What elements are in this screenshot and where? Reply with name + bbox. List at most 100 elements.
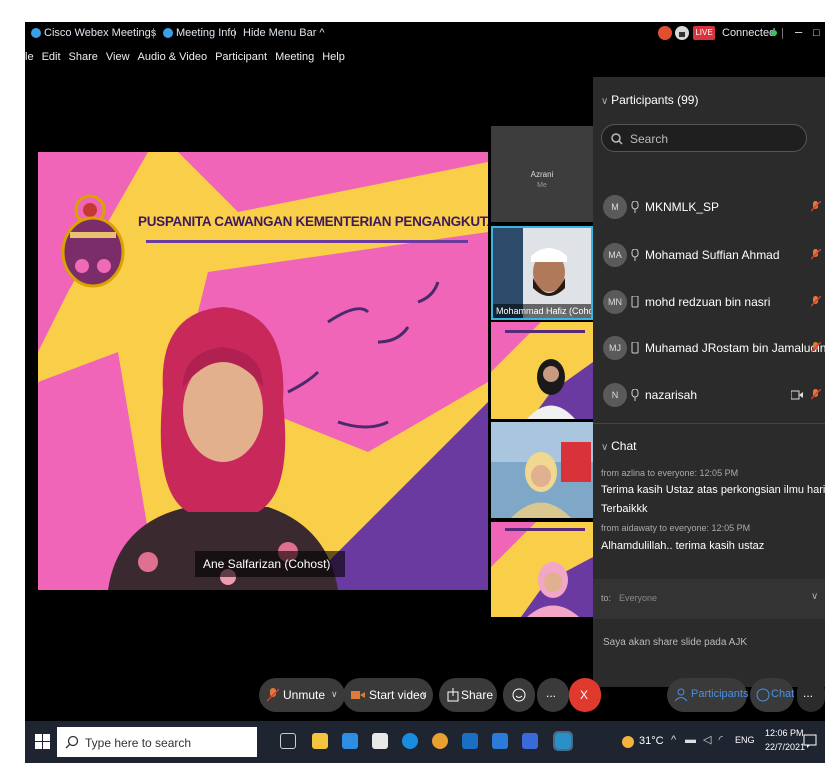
unmute-button[interactable]: Unmute ∨ [259,678,345,712]
notification-icon[interactable] [803,734,817,748]
leave-meeting-button[interactable]: X [569,678,601,712]
puspanita-logo-icon [61,194,125,288]
reactions-button[interactable] [503,678,535,712]
chrome-icon[interactable] [432,733,448,749]
muted-mic-icon[interactable] [811,201,821,213]
share-icon [447,688,459,702]
speaker-name-label: Ane Salfarizan (Cohost) [195,551,345,577]
participant-row[interactable]: MJ Muhamad JRostam bin Jamaludin [601,334,825,364]
store-icon[interactable] [372,733,388,749]
chat-message-text: Alhamdulillah.. terima kasih ustaz [601,540,765,552]
taskbar-search-input[interactable]: Type here to search [57,727,257,757]
hide-menu-bar-button[interactable]: Hide Menu Bar ^ [243,27,325,39]
clock-time[interactable]: 12:06 PM [765,728,804,738]
participant-name: Mohamad Suffian Ahmad [645,248,780,262]
language-indicator[interactable]: ENG [735,735,755,745]
muted-mic-icon[interactable] [811,249,821,261]
participant-name: MKNMLK_SP [645,200,720,214]
muted-mic-icon[interactable] [811,389,821,401]
collapse-chevron-icon[interactable]: ∨ [601,442,611,453]
tray-icons[interactable]: ▬ ◁ ◜ [685,733,725,746]
chat-panel-title[interactable]: ∨ Chat [601,439,636,453]
share-button[interactable]: Share [439,678,497,712]
clock-date[interactable]: 22/7/2021 [765,742,805,752]
avatar: MA [603,243,627,267]
video-thumb-2[interactable] [491,322,593,419]
menu-help[interactable]: Help [322,51,345,63]
word-icon[interactable] [522,733,538,749]
temperature: 31°C [639,735,664,747]
self-name: Azrani [530,170,554,179]
menu-audio-video[interactable]: Audio & Video [138,51,208,63]
slide-title: PUSPANITA CAWANGAN KEMENTERIAN PENGANGKU… [138,214,488,229]
participant-search-input[interactable]: Search [601,124,807,152]
taskbar-search-placeholder: Type here to search [85,736,192,750]
mic-icon [631,201,639,213]
menu-meeting[interactable]: Meeting [275,51,314,63]
video-off-icon [351,691,365,699]
chevron-down-icon[interactable]: ∨ [331,689,338,700]
chat-recipient-selector[interactable]: to: Everyone ∨ [593,579,825,619]
info-icon [163,28,173,38]
participants-toggle-button[interactable]: Participants [667,678,748,712]
chat-toggle-button[interactable]: Chat [750,678,794,712]
start-video-button[interactable]: Start video ∨ [343,678,433,712]
connection-status: Connected [722,27,776,39]
participant-row[interactable]: M MKNMLK_SP [601,193,825,223]
video-thumb-hafiz[interactable]: Mohammad Hafiz (Cohost) [491,226,593,320]
self-sub: Me [537,182,547,189]
windows-start-icon[interactable] [35,734,50,749]
chat-title-text: Chat [611,439,637,453]
menu-edit[interactable]: Edit [42,51,61,63]
app-title: Cisco Webex Meetings [44,27,157,39]
muted-mic-icon[interactable] [811,342,821,354]
speaker-video [108,307,338,590]
excel-like-icon[interactable] [492,733,508,749]
panel-more-button[interactable]: ... [797,678,825,712]
minimize-button[interactable]: – [795,24,802,39]
chat-message-text: Terima kasih Ustaz atas perkongsian ilmu… [601,484,825,496]
menu-view[interactable]: View [106,51,130,63]
participant-row[interactable]: MN mohd redzuan bin nasri [601,288,825,318]
smiley-icon [512,688,526,702]
edge-icon[interactable] [402,733,418,749]
chat-message-meta: from aidawaty to everyone: 12:05 PM [601,523,751,533]
phone-icon [631,296,639,308]
webex-screen: Cisco Webex Meetings | Meeting Info | Hi… [25,22,825,763]
recording-icon [658,26,672,40]
file-explorer-icon[interactable] [312,733,328,749]
menu-share[interactable]: Share [69,51,98,63]
participants-panel-title[interactable]: ∨ Participants (99) [601,93,698,107]
participants-title-text: Participants (99) [611,93,699,107]
menu-participant[interactable]: Participant [215,51,267,63]
panel-divider [593,423,825,424]
tray-chevron-icon[interactable]: ^ [671,734,676,746]
search-icon [611,133,623,145]
chat-input-text: Saya akan share slide pada AJK [603,637,747,648]
menu-file[interactable]: le [25,51,34,63]
more-icon: ... [803,686,814,700]
main-video-stage[interactable]: PUSPANITA CAWANGAN KEMENTERIAN PENGANGKU… [38,152,488,590]
participant-row[interactable]: MA Mohamad Suffian Ahmad [601,241,825,271]
connected-dot-icon [771,30,777,36]
video-thumb-3[interactable] [491,422,593,518]
self-video-thumb[interactable]: Azrani Me [491,126,593,222]
more-options-button[interactable]: ... [537,678,569,712]
participant-row[interactable]: N nazarisah [601,381,825,411]
mail-icon[interactable] [342,733,358,749]
task-view-icon[interactable] [280,733,296,749]
maximize-button[interactable]: □ [813,27,820,39]
lock-icon[interactable] [675,26,689,40]
search-icon [65,735,79,749]
collapse-chevron-icon[interactable]: ∨ [601,96,611,107]
live-badge: LIVE [693,26,715,40]
chevron-down-icon[interactable]: ∨ [421,689,428,700]
outlook-icon[interactable] [462,733,478,749]
meeting-info-button[interactable]: Meeting Info [176,27,237,39]
meeting-controls: Unmute ∨ Start video ∨ Share ... X Parti… [25,670,825,720]
video-thumb-4[interactable] [491,522,593,617]
avatar: N [603,383,627,407]
muted-mic-icon[interactable] [811,296,821,308]
participant-name: nazarisah [645,388,698,402]
webex-taskbar-icon[interactable] [553,731,573,751]
